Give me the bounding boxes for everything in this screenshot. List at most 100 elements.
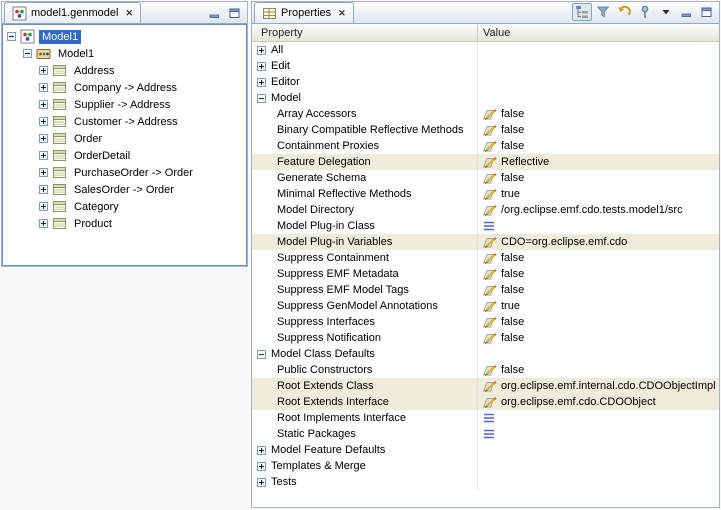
expand-box-icon[interactable]	[257, 62, 266, 71]
expand-box-icon[interactable]	[39, 219, 48, 228]
tree-item-model1[interactable]: Model1	[3, 45, 246, 62]
view-menu-button[interactable]	[656, 3, 676, 21]
property-value-cell[interactable]: false	[478, 282, 719, 298]
property-value-cell[interactable]: false	[478, 138, 719, 154]
collapse-box-icon[interactable]	[257, 94, 266, 103]
property-value-cell[interactable]	[478, 58, 719, 74]
property-row-minimal-reflective-methods[interactable]: Minimal Reflective Methodstrue	[252, 186, 719, 202]
expand-box-icon[interactable]	[39, 202, 48, 211]
property-row-generate-schema[interactable]: Generate Schemafalse	[252, 170, 719, 186]
property-row-containment-proxies[interactable]: Containment Proxiesfalse	[252, 138, 719, 154]
property-row-suppress-emf-metadata[interactable]: Suppress EMF Metadatafalse	[252, 266, 719, 282]
property-row-templates-merge[interactable]: Templates & Merge	[252, 458, 719, 474]
property-row-suppress-genmodel-annotations[interactable]: Suppress GenModel Annotationstrue	[252, 298, 719, 314]
tree-item-customer-address[interactable]: Customer -> Address	[3, 113, 246, 130]
property-value-cell[interactable]: false	[478, 314, 719, 330]
property-row-tests[interactable]: Tests	[252, 474, 719, 490]
expand-box-icon[interactable]	[39, 168, 48, 177]
property-value-cell[interactable]: true	[478, 186, 719, 202]
tree-item-model1[interactable]: Model1	[3, 28, 246, 45]
property-row-suppress-containment[interactable]: Suppress Containmentfalse	[252, 250, 719, 266]
property-value-cell[interactable]	[478, 74, 719, 90]
property-value-cell[interactable]: org.eclipse.emf.cdo.CDOObject	[478, 394, 719, 410]
show-advanced-properties-button[interactable]	[593, 3, 613, 21]
property-row-root-implements-interface[interactable]: Root Implements Interface	[252, 410, 719, 426]
minimize-button[interactable]	[205, 4, 224, 21]
property-value-cell[interactable]: false	[478, 362, 719, 378]
property-value-cell[interactable]	[478, 474, 719, 490]
expand-box-icon[interactable]	[39, 185, 48, 194]
property-column-header[interactable]: Property	[252, 24, 478, 41]
expand-box-icon[interactable]	[39, 117, 48, 126]
expand-box-icon[interactable]	[257, 46, 266, 55]
expand-box-icon[interactable]	[257, 78, 266, 87]
property-value-cell[interactable]: org.eclipse.emf.internal.cdo.CDOObjectIm…	[478, 378, 719, 394]
pin-to-selection-button[interactable]	[635, 3, 655, 21]
property-row-suppress-notification[interactable]: Suppress Notificationfalse	[252, 330, 719, 346]
property-value-cell[interactable]: true	[478, 298, 719, 314]
expand-box-icon[interactable]	[39, 66, 48, 75]
property-row-root-extends-class[interactable]: Root Extends Classorg.eclipse.emf.intern…	[252, 378, 719, 394]
property-row-model-plug-in-class[interactable]: Model Plug-in Class	[252, 218, 719, 234]
property-value-cell[interactable]	[478, 442, 719, 458]
expand-box-icon[interactable]	[257, 446, 266, 455]
property-value-cell[interactable]: false	[478, 170, 719, 186]
tree-item-supplier-address[interactable]: Supplier -> Address	[3, 96, 246, 113]
property-row-model-feature-defaults[interactable]: Model Feature Defaults	[252, 442, 719, 458]
property-row-model-plug-in-variables[interactable]: Model Plug-in VariablesCDO=org.eclipse.e…	[252, 234, 719, 250]
maximize-button[interactable]	[225, 4, 244, 21]
expand-box-icon[interactable]	[39, 151, 48, 160]
expand-box-icon[interactable]	[39, 100, 48, 109]
tree-item-product[interactable]: Product	[3, 215, 246, 232]
property-row-all[interactable]: All	[252, 42, 719, 58]
property-value-cell[interactable]: false	[478, 330, 719, 346]
collapse-box-icon[interactable]	[257, 350, 266, 359]
collapse-box-icon[interactable]	[7, 32, 16, 41]
property-value-cell[interactable]: CDO=org.eclipse.emf.cdo	[478, 234, 719, 250]
property-row-model-class-defaults[interactable]: Model Class Defaults	[252, 346, 719, 362]
property-value-cell[interactable]: Reflective	[478, 154, 719, 170]
show-tree-mode-button[interactable]	[572, 3, 592, 21]
property-row-model-directory[interactable]: Model Directory/org.eclipse.emf.cdo.test…	[252, 202, 719, 218]
property-value-cell[interactable]	[478, 218, 719, 234]
property-row-suppress-emf-model-tags[interactable]: Suppress EMF Model Tagsfalse	[252, 282, 719, 298]
tree-item-order[interactable]: Order	[3, 130, 246, 147]
property-value-cell[interactable]: /org.eclipse.emf.cdo.tests.model1/src	[478, 202, 719, 218]
property-value-cell[interactable]	[478, 90, 719, 106]
tree-item-orderdetail[interactable]: OrderDetail	[3, 147, 246, 164]
property-row-editor[interactable]: Editor	[252, 74, 719, 90]
property-value-cell[interactable]	[478, 426, 719, 442]
property-value-cell[interactable]: false	[478, 266, 719, 282]
expand-box-icon[interactable]	[257, 462, 266, 471]
property-value-cell[interactable]: false	[478, 106, 719, 122]
value-column-header[interactable]: Value	[478, 24, 719, 41]
property-row-static-packages[interactable]: Static Packages	[252, 426, 719, 442]
close-icon[interactable]: ✕	[338, 8, 346, 19]
expand-box-icon[interactable]	[39, 83, 48, 92]
property-row-edit[interactable]: Edit	[252, 58, 719, 74]
tree-item-purchaseorder-order[interactable]: PurchaseOrder -> Order	[3, 164, 246, 181]
property-value-cell[interactable]	[478, 410, 719, 426]
tab-model1-genmodel[interactable]: model1.genmodel ✕	[4, 2, 141, 23]
property-row-binary-compatible-reflective-methods[interactable]: Binary Compatible Reflective Methodsfals…	[252, 122, 719, 138]
close-icon[interactable]: ✕	[125, 8, 133, 19]
tree-item-company-address[interactable]: Company -> Address	[3, 79, 246, 96]
property-row-feature-delegation[interactable]: Feature DelegationReflective	[252, 154, 719, 170]
minimize-button[interactable]	[677, 4, 696, 21]
expand-box-icon[interactable]	[39, 134, 48, 143]
property-row-public-constructors[interactable]: Public Constructorsfalse	[252, 362, 719, 378]
property-value-cell[interactable]	[478, 458, 719, 474]
property-value-cell[interactable]	[478, 42, 719, 58]
property-value-cell[interactable]: false	[478, 250, 719, 266]
property-value-cell[interactable]: false	[478, 122, 719, 138]
restore-default-value-button[interactable]	[614, 3, 634, 21]
tree-item-category[interactable]: Category	[3, 198, 246, 215]
maximize-button[interactable]	[697, 4, 716, 21]
tab-properties[interactable]: Properties ✕	[254, 2, 354, 23]
expand-box-icon[interactable]	[257, 478, 266, 487]
property-row-array-accessors[interactable]: Array Accessorsfalse	[252, 106, 719, 122]
tree-item-salesorder-order[interactable]: SalesOrder -> Order	[3, 181, 246, 198]
property-value-cell[interactable]	[478, 346, 719, 362]
property-row-model[interactable]: Model	[252, 90, 719, 106]
property-row-suppress-interfaces[interactable]: Suppress Interfacesfalse	[252, 314, 719, 330]
